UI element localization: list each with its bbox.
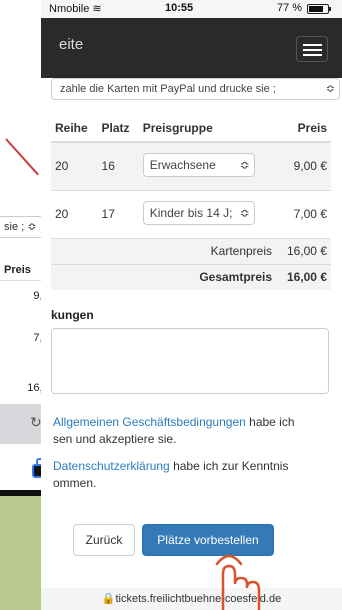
col-preis: Preis bbox=[276, 114, 331, 143]
select-arrow-icon: ≎ bbox=[323, 79, 335, 99]
order-content: zahle die Karten mit PayPal und drucke s… bbox=[51, 78, 342, 290]
gesamtpreis-label: Gesamtpreis bbox=[51, 263, 277, 290]
reload-icon[interactable]: ↻ bbox=[30, 414, 42, 431]
phone-screen: Nmobile ≋ 10:55 77 % eite zahle die Kart… bbox=[41, 0, 342, 610]
site-navbar: eite bbox=[41, 18, 342, 78]
battery-percent: 77 % bbox=[277, 2, 303, 14]
site-title[interactable]: eite bbox=[59, 36, 83, 53]
kartenpreis-row: Kartenpreis 16,00 € bbox=[51, 237, 331, 264]
notes-textarea[interactable] bbox=[51, 328, 329, 394]
seat-table: Reihe Platz Preisgruppe Preis 20 16 Erwa… bbox=[51, 114, 331, 290]
hamburger-menu-icon[interactable] bbox=[296, 36, 328, 62]
col-reihe: Reihe bbox=[51, 114, 98, 143]
row-platz: 17 bbox=[97, 189, 139, 238]
notes-label: kungen bbox=[51, 308, 94, 322]
price-group-select[interactable]: Kinder bis 14 J; ≎ bbox=[142, 200, 255, 225]
agb-consent-text: Allgemeinen Geschäftsbedingungen habe ic… bbox=[53, 415, 295, 446]
select-arrow-icon: ≎ bbox=[239, 201, 250, 224]
select-arrow-icon: ≎ bbox=[239, 153, 250, 176]
battery-icon bbox=[307, 4, 331, 14]
pointing-hand-icon bbox=[215, 554, 261, 610]
privacy-link[interactable]: Datenschutzerklärung bbox=[53, 459, 170, 473]
gesamtpreis-value: 16,00 € bbox=[276, 263, 331, 290]
agb-link[interactable]: Allgemeinen Geschäftsbedingungen bbox=[53, 415, 246, 429]
back-button[interactable]: Zurück bbox=[73, 524, 135, 556]
table-row: 20 16 Erwachsene ≎ 9,00 € bbox=[51, 141, 331, 190]
table-row: 20 17 Kinder bis 14 J; ≎ 7,00 € bbox=[51, 189, 331, 238]
row-platz: 16 bbox=[97, 141, 139, 190]
row-preis: 9,00 € bbox=[276, 141, 331, 190]
payment-method-value: zahle die Karten mit PayPal und drucke s… bbox=[60, 83, 276, 95]
row-preis: 7,00 € bbox=[276, 189, 331, 238]
kartenpreis-label: Kartenpreis bbox=[51, 237, 277, 264]
wifi-icon: ≋ bbox=[92, 3, 102, 15]
kartenpreis-value: 16,00 € bbox=[276, 237, 331, 264]
col-preisgruppe: Preisgruppe bbox=[138, 114, 277, 143]
url-bar[interactable]: 🔒tickets.freilichtbuehne-coesfeld.de bbox=[41, 588, 342, 610]
privacy-consent-text: Datenschutzerklärung habe ich zur Kenntn… bbox=[53, 459, 289, 490]
lock-icon: 🔒 bbox=[101, 593, 116, 605]
row-reihe: 20 bbox=[51, 189, 98, 238]
gesamtpreis-row: Gesamtpreis 16,00 € bbox=[51, 263, 331, 290]
price-group-select[interactable]: Erwachsene ≎ bbox=[142, 152, 255, 177]
status-bar: Nmobile ≋ 10:55 77 % bbox=[41, 0, 342, 18]
clock: 10:55 bbox=[165, 2, 194, 14]
carrier-label: Nmobile ≋ bbox=[49, 3, 102, 15]
col-platz: Platz bbox=[97, 114, 139, 143]
table-header-row: Reihe Platz Preisgruppe Preis bbox=[51, 114, 331, 143]
row-reihe: 20 bbox=[51, 141, 98, 190]
red-ink-stroke bbox=[5, 138, 39, 176]
payment-method-select[interactable]: zahle die Karten mit PayPal und drucke s… bbox=[51, 78, 340, 100]
